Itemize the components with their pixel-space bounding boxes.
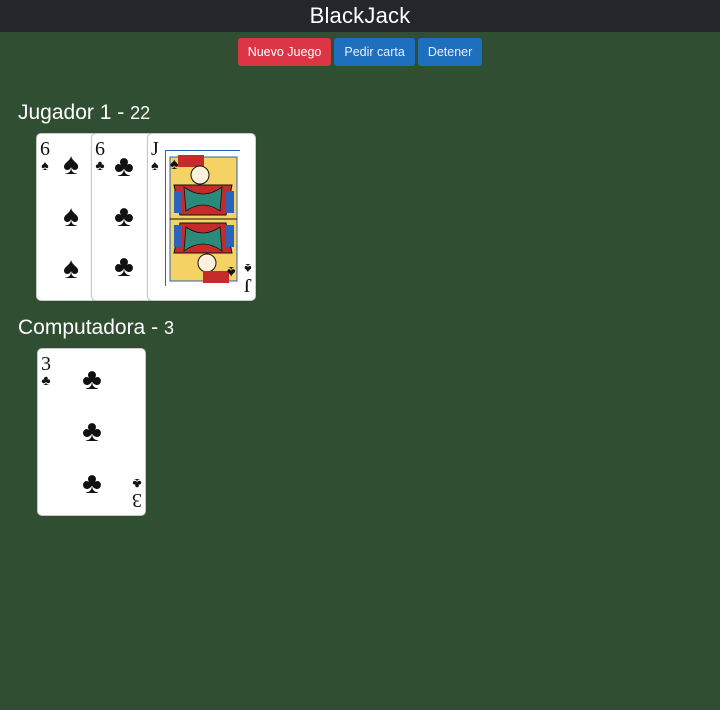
card-corner-bottom: J ♠ — [244, 260, 252, 296]
card-corner-top: 3 ♣ — [41, 353, 51, 389]
spade-icon: ♠ — [63, 200, 79, 233]
spade-icon: ♠ — [170, 156, 179, 173]
card-corner-top: 6 ♣ — [95, 138, 105, 174]
player-1-name: Jugador 1 — [18, 101, 112, 124]
club-icon: ♣ — [82, 363, 102, 396]
player-1-separator: - — [117, 101, 125, 124]
jack-face-image: ♠ ♠ — [165, 150, 241, 287]
card-jack-spades: J ♠ ♠ ♠ J ♠ — [147, 133, 256, 301]
player-1-title: Jugador 1 - 22 — [18, 101, 150, 125]
club-icon: ♣ — [114, 150, 134, 183]
stand-button[interactable]: Detener — [417, 38, 483, 66]
card-corner-top: J ♠ — [151, 138, 159, 174]
card-corner-bottom: 3 ♣ — [132, 475, 142, 511]
new-game-button[interactable]: Nuevo Juego — [237, 38, 332, 66]
controls-bar: Nuevo Juego Pedir carta Detener — [0, 38, 720, 66]
club-icon: ♣ — [114, 250, 134, 283]
club-icon: ♣ — [82, 467, 102, 500]
club-icon: ♣ — [82, 415, 102, 448]
player-2-score: 3 — [163, 318, 174, 338]
card-3-clubs: 3 ♣ ♣ ♣ ♣ 3 ♣ — [37, 348, 146, 516]
club-icon: ♣ — [114, 200, 134, 233]
player-1-score: 22 — [130, 103, 151, 123]
spade-icon: ♠ — [63, 148, 79, 181]
spade-icon: ♠ — [63, 252, 79, 285]
app-title: BlackJack — [309, 3, 411, 28]
spade-icon: ♠ — [226, 263, 236, 280]
hit-button[interactable]: Pedir carta — [334, 38, 415, 66]
app-header: BlackJack — [0, 0, 720, 32]
card-corner-top: 6 ♠ — [40, 138, 50, 174]
player-2-title: Computadora - 3 — [18, 316, 174, 340]
player-2-separator: - — [151, 316, 159, 339]
player-2-name: Computadora — [18, 316, 146, 339]
